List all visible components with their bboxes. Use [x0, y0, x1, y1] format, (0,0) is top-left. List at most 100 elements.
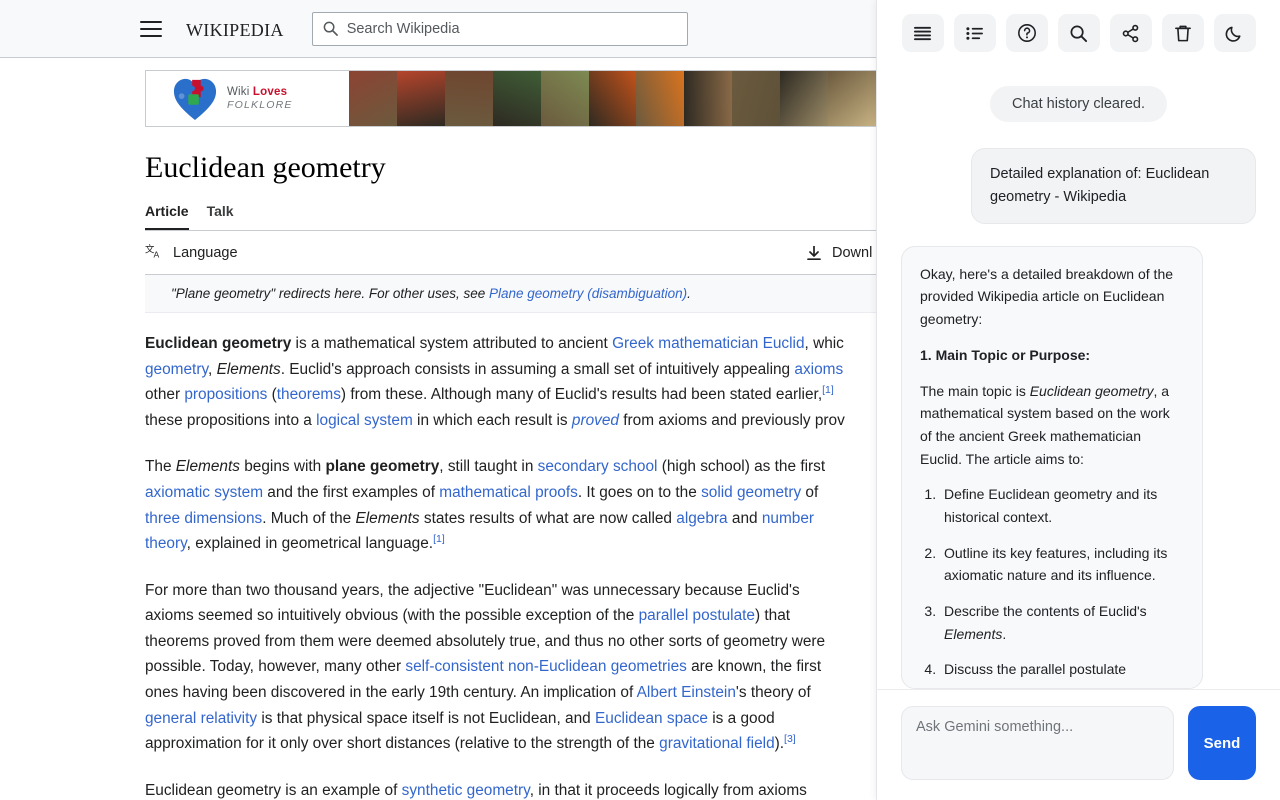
article-link[interactable]: theory — [145, 535, 187, 552]
article-text: , explained in geometrical language. — [186, 535, 434, 553]
sidebar-toolbar — [877, 0, 1280, 66]
assistant-list-text: Discuss the parallel postulate — [944, 661, 1127, 678]
article-link[interactable]: proved — [572, 412, 619, 429]
assistant-list-text: Define Euclidean geometry and its histor… — [944, 486, 1158, 525]
share-icon — [1122, 24, 1139, 42]
clear-chat-button[interactable] — [1161, 14, 1204, 52]
help-circle-icon — [1017, 24, 1036, 42]
share-button[interactable] — [1109, 14, 1152, 52]
key-points-button[interactable] — [953, 14, 996, 52]
article-link[interactable]: secondary school — [538, 458, 658, 475]
article-link[interactable]: three dimensions — [145, 510, 262, 527]
chat-input[interactable] — [901, 706, 1174, 780]
article-text: from axioms and previously prov — [618, 411, 845, 429]
article-text: . It goes on to the — [577, 483, 702, 501]
assistant-body: The main topic is Euclidean geometry, a … — [920, 380, 1184, 471]
svg-text:A: A — [154, 249, 160, 259]
assistant-list-item: Outline its key features, including its … — [940, 542, 1184, 587]
banner-subtitle: FOLKLORE — [227, 99, 293, 112]
assistant-body-pre: The main topic is — [920, 382, 1030, 399]
download-button[interactable]: Downl — [805, 244, 872, 262]
help-button[interactable] — [1005, 14, 1048, 52]
article-text: is that physical space itself is not Euc… — [257, 709, 596, 727]
article-text: 's theory of — [735, 684, 811, 701]
wikipedia-wordmark[interactable]: Wikipedia — [186, 15, 284, 43]
dark-mode-button[interactable] — [1213, 14, 1256, 52]
search-placeholder: Search Wikipedia — [346, 20, 460, 37]
banner-photo — [444, 71, 493, 126]
citation-ref[interactable]: [3] — [784, 733, 796, 745]
article-text: ones having been discovered in the early… — [145, 684, 637, 701]
language-label: Language — [173, 244, 238, 261]
gemini-sidebar: Chat history cleared. Detailed explanati… — [876, 0, 1280, 800]
article-link[interactable]: axioms — [794, 361, 843, 378]
article-bold: Euclidean geometry — [145, 335, 292, 352]
article-text: ). — [774, 735, 785, 753]
language-button[interactable]: 文 A Language — [145, 243, 238, 262]
banner-photo — [732, 71, 781, 126]
article-link[interactable]: general relativity — [145, 710, 257, 727]
article-link[interactable]: self-consistent non-Euclidean geometries — [405, 658, 686, 675]
article-link[interactable]: Albert Einstein — [637, 684, 736, 701]
system-message: Chat history cleared. — [990, 86, 1167, 122]
article-italic: Elements — [216, 360, 281, 378]
download-label: Downl — [832, 244, 873, 261]
citation-ref[interactable]: [1] — [822, 384, 834, 396]
article-link[interactable]: mathematical proofs — [439, 484, 578, 501]
article-text: . Euclid's approach consists in assuming… — [280, 360, 795, 378]
assistant-list-text: Describe the contents of Euclid's — [944, 602, 1147, 619]
article-text: states results of what are now called — [419, 509, 677, 527]
hatnote-link[interactable]: Plane geometry (disambiguation) — [489, 286, 687, 301]
send-button[interactable]: Send — [1188, 706, 1256, 780]
article-link[interactable]: theorems — [277, 386, 341, 403]
summarize-button[interactable] — [901, 14, 944, 52]
article-link[interactable]: Greek mathematician Euclid — [612, 335, 804, 352]
article-link[interactable]: parallel postulate — [639, 607, 755, 624]
wikipedia-header: Wikipedia Search Wikipedia — [0, 0, 876, 58]
banner-photo — [828, 71, 876, 126]
article-text: is a good — [707, 709, 775, 727]
summarize-icon — [914, 26, 931, 40]
article-text: is a mathematical system attributed to a… — [291, 335, 613, 352]
search-input[interactable]: Search Wikipedia — [311, 11, 688, 46]
hamburger-menu-icon[interactable] — [140, 20, 162, 37]
article-link[interactable]: logical system — [316, 412, 413, 429]
banner-photo — [684, 71, 733, 126]
article-text: theorems proved from them were deemed ab… — [145, 632, 826, 650]
article-link[interactable]: solid geometry — [701, 484, 801, 501]
hatnote-pre: "Plane geometry" redirects here. For oth… — [171, 286, 489, 301]
hatnote: "Plane geometry" redirects here. For oth… — [145, 275, 876, 313]
article-link[interactable]: synthetic geometry — [402, 782, 530, 799]
banner-photo — [588, 71, 637, 126]
banner-photo — [349, 71, 397, 126]
citation-ref[interactable]: [1] — [433, 533, 445, 545]
user-message: Detailed explanation of: Euclidean geome… — [971, 148, 1256, 224]
search-icon — [323, 21, 338, 36]
article-link[interactable]: propositions — [184, 386, 267, 403]
search-chat-button[interactable] — [1057, 14, 1100, 52]
article-text: approximation for it only over short dis… — [145, 735, 660, 753]
article-italic: Elements — [175, 458, 240, 476]
article-link[interactable]: Euclidean space — [595, 710, 708, 727]
banner-text: Wiki Loves FOLKLORE — [227, 85, 293, 113]
article-text: The — [145, 458, 176, 476]
banner-photo — [540, 71, 589, 126]
trash-icon — [1174, 25, 1191, 41]
article-link[interactable]: number — [762, 510, 814, 527]
tab-talk[interactable]: Talk — [207, 203, 234, 230]
article-text: ( — [267, 386, 277, 404]
hatnote-post: . — [687, 286, 691, 301]
banner-photo — [780, 71, 829, 126]
article-text: of — [801, 483, 819, 501]
article-link[interactable]: gravitational field — [659, 735, 775, 752]
article-text: , in that it proceeds logically from axi… — [529, 781, 807, 799]
article-container: Euclidean geometry Article Talk 文 A Lang… — [0, 150, 876, 800]
article-link[interactable]: axiomatic system — [145, 484, 263, 501]
tab-article[interactable]: Article — [145, 203, 189, 230]
chat-transcript[interactable]: Chat history cleared. Detailed explanati… — [877, 66, 1280, 689]
article-link[interactable]: algebra — [676, 510, 727, 527]
wiki-loves-folklore-banner[interactable]: Wiki Loves FOLKLORE Photo Wikip — [145, 70, 876, 127]
assistant-list-post: . — [1002, 625, 1007, 642]
article-link[interactable]: geometry — [145, 361, 208, 378]
article-paragraph: The Elements begins with plane geometry,… — [145, 454, 876, 556]
